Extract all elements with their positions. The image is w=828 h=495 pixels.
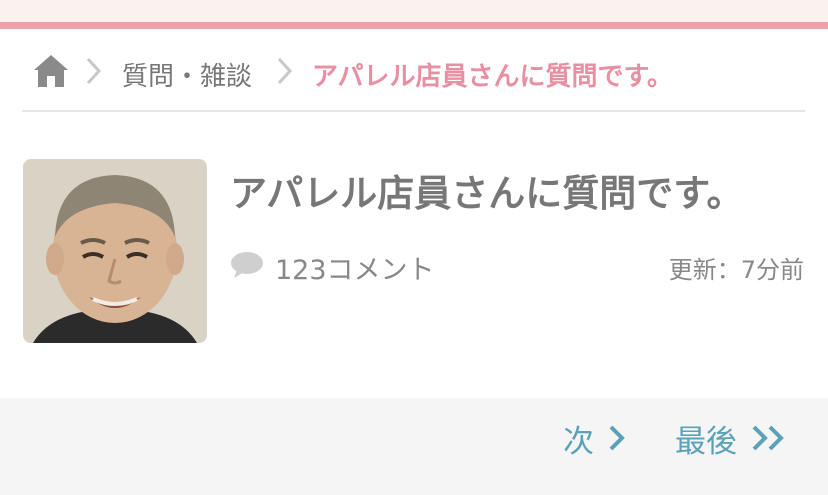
breadcrumb: 質問・雑談 アパレル店員さんに質問です。 (22, 40, 805, 112)
double-chevron-right-icon (752, 425, 784, 451)
accent-divider (0, 22, 828, 29)
last-page-button[interactable]: 最後 (675, 418, 787, 460)
last-page-label: 最後 (675, 423, 737, 460)
next-page-button[interactable]: 次 (563, 418, 626, 460)
top-header-bar (0, 0, 828, 22)
comment-bubble-icon (229, 250, 265, 280)
comment-count: 123コメント (275, 255, 435, 286)
chevron-right-icon (275, 56, 295, 86)
post-title[interactable]: アパレル店員さんに質問です。 (230, 163, 744, 217)
updated-time: 更新：7分前 (668, 256, 804, 284)
chevron-right-icon (609, 425, 625, 451)
post-thumbnail[interactable] (23, 159, 207, 343)
next-page-label: 次 (563, 423, 594, 460)
breadcrumb-category-link[interactable]: 質問・雑談 (122, 56, 252, 93)
pagination-bar: 次 最後 (0, 398, 828, 495)
breadcrumb-current: アパレル店員さんに質問です。 (312, 62, 673, 92)
home-icon[interactable] (32, 53, 70, 89)
chevron-right-icon (84, 56, 104, 86)
